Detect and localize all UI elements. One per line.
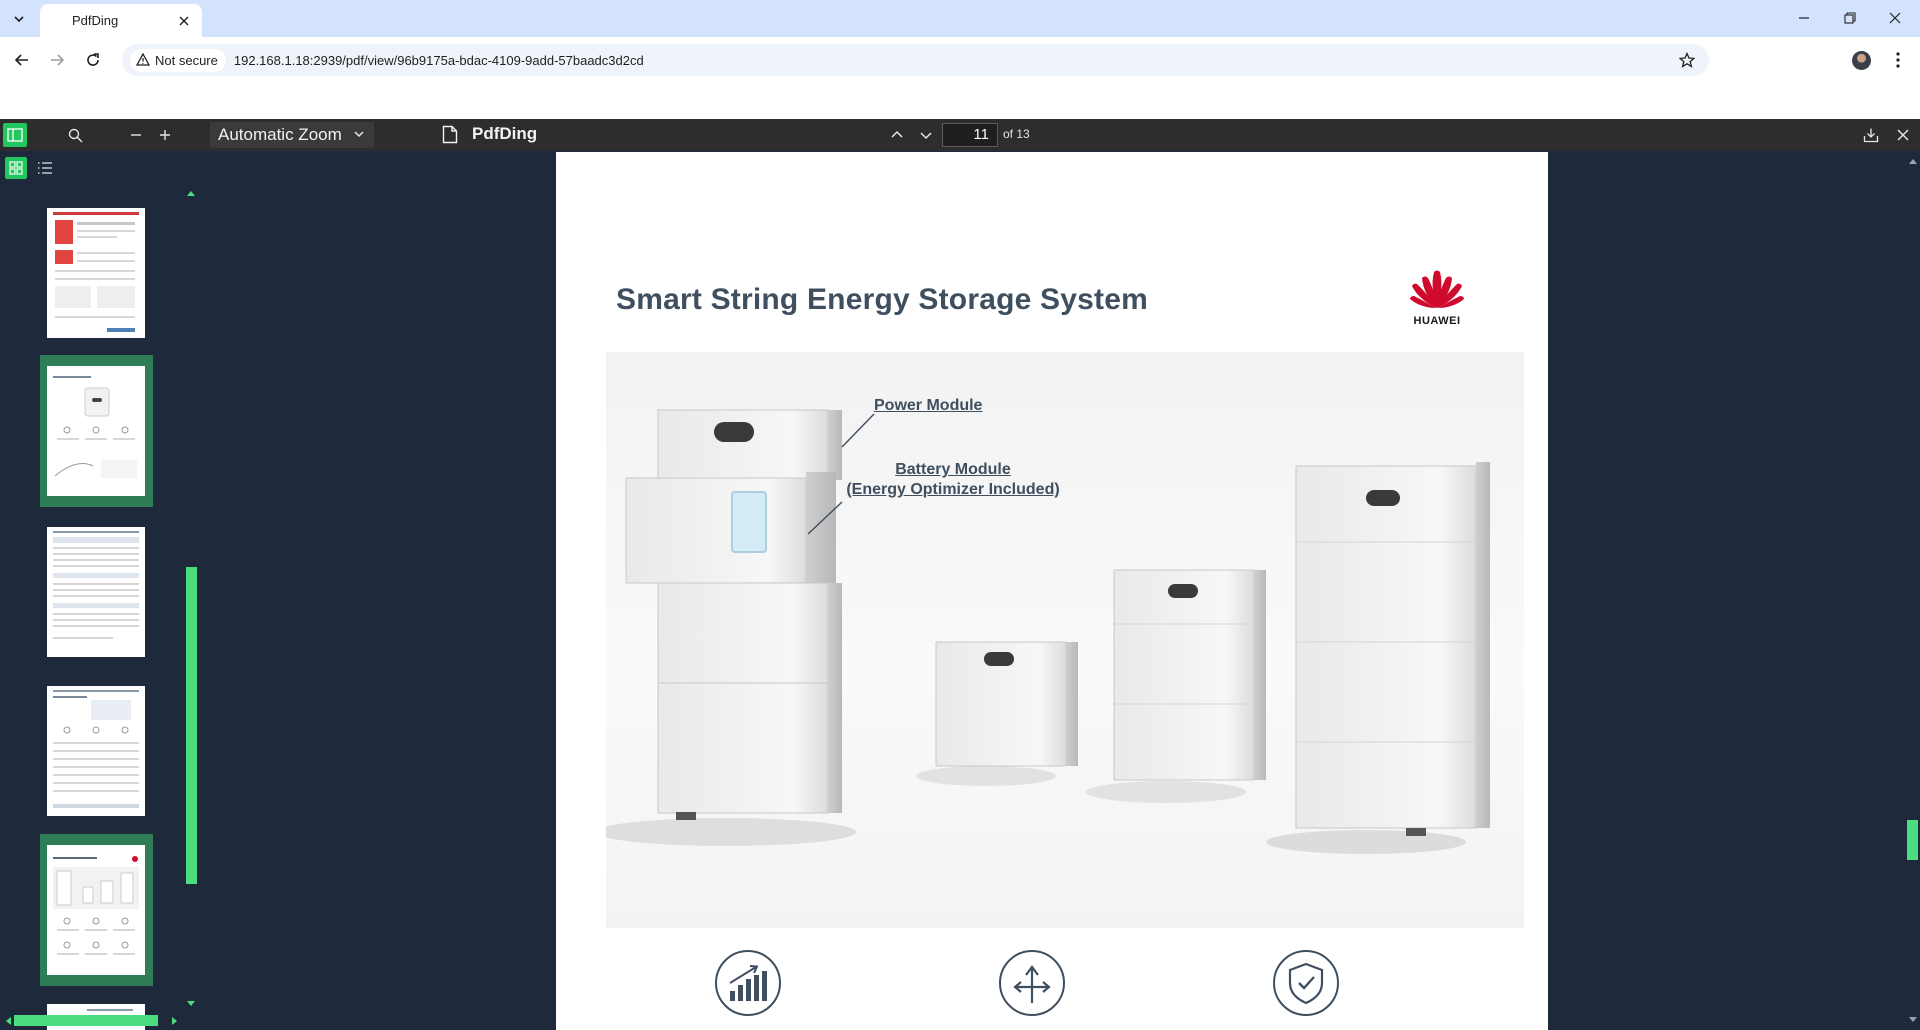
find-button[interactable] (63, 123, 87, 147)
scroll-down-arrow-icon[interactable] (186, 1000, 196, 1008)
page-thumbnail[interactable] (47, 686, 145, 816)
thumbnail-preview (53, 690, 139, 808)
close-viewer-button[interactable] (1891, 123, 1915, 147)
feature-badge (715, 950, 781, 1016)
thumbnail-preview (53, 212, 139, 332)
reload-button[interactable] (81, 48, 105, 72)
callout-battery-module: Battery Module (Energy Optimizer Include… (838, 460, 1068, 500)
back-icon (14, 54, 28, 66)
page-thumbnail[interactable] (47, 366, 145, 496)
feature-badge (1273, 950, 1339, 1016)
sidebar-toggle-button[interactable] (3, 123, 27, 147)
browser-tab[interactable]: PdfDing (40, 4, 202, 37)
document-title-text: PdfDing (472, 124, 538, 143)
reload-icon (87, 53, 99, 66)
thumbnail-sidebar (0, 151, 200, 1030)
forward-icon (51, 54, 65, 66)
sidebar-toggle-icon (7, 128, 23, 142)
callout-power-module: Power Module (874, 397, 983, 414)
thumbnail-preview (53, 531, 139, 639)
site-info-chip[interactable]: Not secure (130, 48, 226, 72)
huawei-flower-logo-icon (1410, 270, 1464, 308)
previous-page-button[interactable] (885, 123, 909, 147)
thumbnails-view-button[interactable] (5, 157, 27, 179)
outline-view-button[interactable] (34, 157, 56, 179)
zoom-out-icon (131, 134, 141, 136)
bookmark-button[interactable] (1677, 50, 1697, 70)
restore-button[interactable] (1836, 6, 1864, 30)
window-close-button[interactable] (1881, 6, 1909, 30)
chevron-down-icon (354, 131, 364, 138)
split-arrows-icon (1013, 965, 1051, 1003)
close-icon (179, 16, 189, 26)
minimize-button[interactable] (1790, 6, 1818, 30)
download-icon (1863, 128, 1879, 143)
feature-badge (999, 950, 1065, 1016)
forward-button[interactable] (45, 48, 69, 72)
huawei-wordmark: HUAWEI (1413, 315, 1461, 327)
close-icon (1897, 129, 1909, 141)
shield-check-icon (1288, 962, 1324, 1005)
product-image (596, 352, 1524, 928)
thumbnails-icon (9, 161, 23, 175)
scroll-left-arrow-icon[interactable] (4, 1016, 12, 1026)
callout-battery-line2: (Energy Optimizer Included) (846, 481, 1060, 498)
back-button[interactable] (10, 48, 34, 72)
download-button[interactable] (1859, 123, 1883, 147)
page-thumbnail[interactable] (47, 208, 145, 338)
page-heading: Smart String Energy Storage System (616, 283, 1148, 316)
viewer-scroll-down-arrow-icon[interactable] (1908, 1016, 1918, 1024)
scroll-right-arrow-icon[interactable] (171, 1016, 179, 1026)
zoom-select[interactable]: Automatic Zoom (210, 122, 374, 148)
address-bar[interactable]: Not secure 192.168.1.18:2939/pdf/view/96… (122, 44, 1709, 76)
huawei-logo: HUAWEI (1404, 268, 1470, 327)
not-secure-label: Not secure (155, 52, 218, 68)
restore-icon (1844, 12, 1856, 24)
growth-chart-icon (729, 965, 767, 1001)
thumbnail-preview (53, 856, 139, 955)
pdf-page: Smart String Energy Storage System HUAWE… (556, 152, 1548, 1030)
browser-toolbar: Not secure 192.168.1.18:2939/pdf/view/96… (0, 37, 1920, 83)
page-thumbnail[interactable] (47, 527, 145, 657)
browser-menu-button[interactable] (1888, 49, 1908, 71)
warning-icon (136, 53, 150, 66)
viewer-vertical-scroll-thumb[interactable] (1907, 820, 1918, 860)
browser-tab-strip: PdfDing (0, 0, 1920, 37)
page-number-input[interactable]: 11 (942, 123, 998, 147)
sidebar-view-tabs (0, 151, 200, 185)
document-icon (442, 125, 458, 143)
page-count: of 13 (1003, 127, 1030, 141)
zoom-out-button[interactable] (124, 123, 148, 147)
close-icon (1889, 12, 1901, 24)
bookmarks-bar-space (0, 83, 1920, 119)
url-text[interactable]: 192.168.1.18:2939/pdf/view/96b9175a-bdac… (234, 53, 644, 68)
chevron-down-icon (920, 132, 932, 140)
star-icon (1679, 52, 1695, 68)
callout-battery-line1: Battery Module (895, 461, 1011, 478)
sidebar-vertical-scroll-thumb[interactable] (186, 567, 197, 884)
sidebar-horizontal-scroll-thumb[interactable] (14, 1015, 158, 1026)
kebab-menu-icon (1896, 52, 1900, 68)
zoom-value: Automatic Zoom (218, 125, 342, 144)
scroll-up-arrow-icon[interactable] (186, 189, 196, 197)
thumbnail-preview (53, 376, 137, 478)
energy-storage-illustration (596, 409, 1490, 854)
pdf-toolbar: Automatic Zoom PdfDing 11 of 13 (0, 119, 1920, 151)
viewer-scroll-up-arrow-icon[interactable] (1908, 157, 1918, 165)
tab-close-button[interactable] (176, 13, 192, 29)
tab-search-dropdown[interactable] (8, 8, 30, 30)
tab-title: PdfDing (72, 13, 119, 28)
profile-avatar[interactable] (1852, 51, 1871, 70)
pdf-viewer-container[interactable]: Smart String Energy Storage System HUAWE… (200, 151, 1920, 1030)
outline-icon (38, 162, 52, 174)
minimize-icon (1799, 17, 1809, 19)
zoom-in-button[interactable] (153, 123, 177, 147)
next-page-button[interactable] (914, 123, 938, 147)
page-thumbnail-current[interactable] (47, 845, 145, 975)
chevron-down-icon (14, 16, 24, 23)
document-title: PdfDing (442, 124, 537, 144)
zoom-in-icon (160, 130, 170, 140)
search-icon (68, 128, 82, 142)
chevron-up-icon (891, 130, 903, 138)
